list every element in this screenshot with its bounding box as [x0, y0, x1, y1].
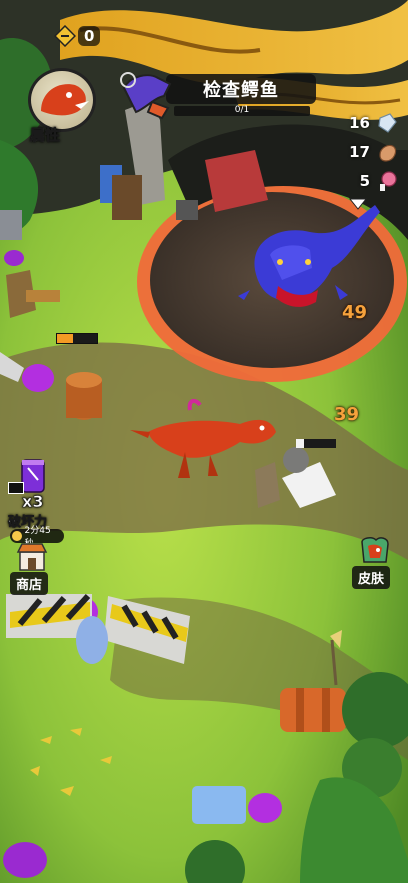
resource-value-crystal: 16 [349, 114, 370, 132]
skin-label: 皮肤 [352, 566, 391, 589]
crocodile-quest-icon [118, 68, 174, 120]
destruction-powerup[interactable]: x3 破坏力 2分45秒 [4, 456, 64, 549]
currency-counter: 0 [53, 24, 124, 48]
quest-title-plate: 检查鳄鱼 [166, 74, 316, 104]
resource-value-drumstick: 5 [359, 172, 370, 190]
player-health-bar [56, 333, 98, 344]
object-health-bar [296, 439, 336, 448]
raptor-portrait-icon [28, 68, 96, 132]
resource-value-meat: 17 [349, 143, 370, 161]
resource-counter-crystal: 16 [334, 112, 398, 134]
object-health-fill [296, 439, 304, 448]
drumstick-icon [376, 170, 398, 192]
quest-title: 检查鳄鱼 [203, 80, 279, 101]
shop-label: 商店 [10, 572, 49, 595]
quest-banner: 检查鳄鱼 0/1 [118, 68, 316, 120]
ticket-icon [53, 24, 77, 48]
powerup-multiplier: x3 [22, 492, 44, 512]
currency-value: 0 [78, 26, 101, 46]
clock-icon [12, 531, 22, 541]
shop-icon [16, 542, 48, 572]
skin-button[interactable]: 皮肤 [346, 536, 406, 590]
enemy-damage-number: 49 [342, 302, 368, 323]
skin-icon [358, 536, 392, 568]
meat-icon [376, 141, 398, 163]
expand-arrow-icon[interactable] [348, 196, 368, 210]
attributes-label: 属性 [30, 126, 61, 145]
attributes-button[interactable]: 属性 [22, 68, 100, 146]
object-damage-number: 39 [334, 404, 360, 425]
resource-counter-meat: 17 [334, 141, 398, 163]
player-health-fill [57, 334, 73, 343]
shop-button[interactable]: 商店 [2, 542, 64, 595]
quest-progress-text: 0/1 [234, 105, 250, 115]
quest-progress-bar: 0/1 [174, 105, 310, 116]
resource-counter-drumstick: 5 [334, 170, 398, 192]
crystal-icon [376, 112, 398, 134]
powerup-timer: 2分45秒 [10, 526, 64, 549]
